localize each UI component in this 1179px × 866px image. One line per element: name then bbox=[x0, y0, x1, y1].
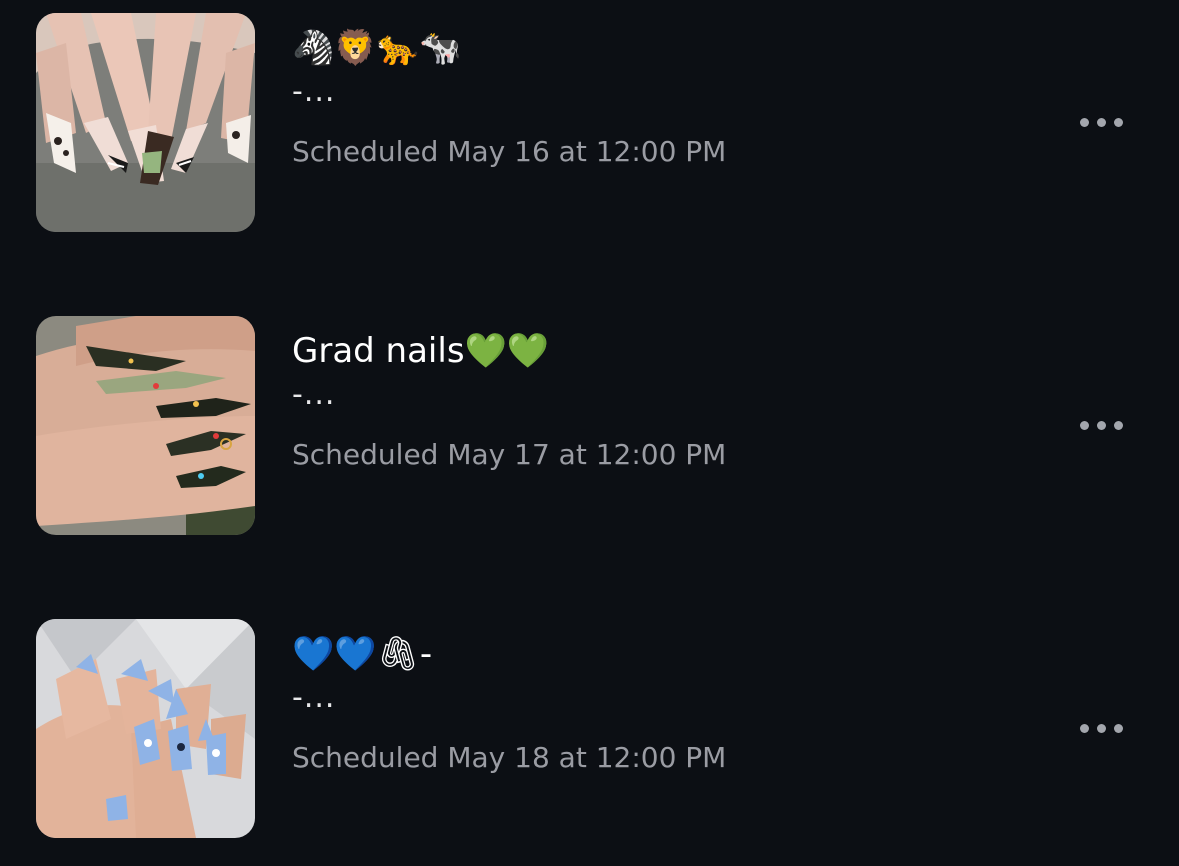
ellipsis-dot bbox=[1096, 420, 1106, 430]
blue-floral-nails-image bbox=[36, 619, 255, 838]
caption-truncated: -... bbox=[292, 680, 336, 715]
post-caption: 💙💙🖇- bbox=[292, 634, 433, 674]
animal-print-nails-image bbox=[36, 13, 255, 232]
schedule-time: Scheduled May 18 at 12:00 PM bbox=[292, 741, 727, 774]
post-thumbnail[interactable] bbox=[36, 619, 255, 838]
caption-truncated: -... bbox=[292, 377, 336, 412]
scheduled-post-item[interactable]: 💙💙🖇- -... Scheduled May 18 at 12:00 PM bbox=[0, 618, 1179, 858]
green-jeweled-nails-image bbox=[36, 316, 255, 535]
ellipsis-dot bbox=[1113, 117, 1123, 127]
post-caption: Grad nails💚💚 bbox=[292, 331, 550, 371]
ellipsis-dot bbox=[1096, 723, 1106, 733]
post-thumbnail[interactable] bbox=[36, 316, 255, 535]
more-options-button[interactable] bbox=[1068, 708, 1134, 748]
post-thumbnail[interactable] bbox=[36, 13, 255, 232]
schedule-time: Scheduled May 16 at 12:00 PM bbox=[292, 135, 727, 168]
ellipsis-horizontal-icon bbox=[1079, 117, 1089, 127]
ellipsis-dot bbox=[1096, 117, 1106, 127]
ellipsis-dot bbox=[1113, 420, 1123, 430]
schedule-time: Scheduled May 17 at 12:00 PM bbox=[292, 438, 727, 471]
ellipsis-dot bbox=[1113, 723, 1123, 733]
scheduled-posts-list: 🦓🦁🐆🐄 -... Scheduled May 16 at 12:00 PM G… bbox=[0, 0, 1179, 866]
more-options-button[interactable] bbox=[1068, 405, 1134, 445]
post-caption: 🦓🦁🐆🐄 bbox=[292, 28, 462, 68]
ellipsis-horizontal-icon bbox=[1079, 420, 1089, 430]
ellipsis-horizontal-icon bbox=[1079, 723, 1089, 733]
scheduled-post-item[interactable]: Grad nails💚💚 -... Scheduled May 17 at 12… bbox=[0, 315, 1179, 555]
more-options-button[interactable] bbox=[1068, 102, 1134, 142]
caption-truncated: -... bbox=[292, 74, 336, 109]
scheduled-post-item[interactable]: 🦓🦁🐆🐄 -... Scheduled May 16 at 12:00 PM bbox=[0, 12, 1179, 252]
